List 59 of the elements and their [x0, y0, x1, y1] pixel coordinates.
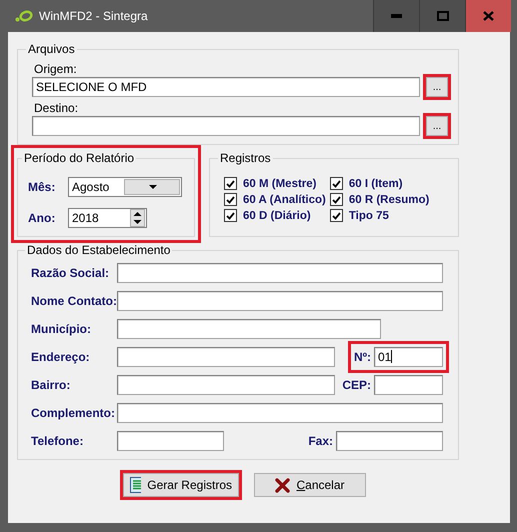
field-label: Endereço:	[31, 350, 91, 364]
field-label: Telefone:	[31, 434, 84, 448]
maximize-icon	[436, 11, 448, 21]
field-label: Mês:	[28, 180, 56, 194]
input-field[interactable]	[117, 347, 335, 367]
field-label: Município:	[31, 322, 92, 336]
close-button[interactable]	[465, 0, 511, 32]
checkbox[interactable]	[330, 209, 343, 222]
cancel-button[interactable]: Cancelar	[254, 473, 366, 497]
input-field[interactable]	[117, 291, 443, 311]
checkbox-label: Tipo 75	[348, 210, 389, 222]
field-label: Nº:	[354, 350, 371, 364]
field-label: Nome Contato:	[31, 294, 117, 308]
field-label: Origem:	[34, 62, 78, 76]
minimize-button[interactable]	[373, 0, 419, 32]
field-label: Destino:	[34, 101, 80, 115]
path-field[interactable]	[32, 116, 420, 136]
checkbox[interactable]	[224, 177, 237, 190]
field-label: Bairro:	[31, 378, 72, 392]
list-icon	[130, 477, 142, 493]
window-title: WinMFD2 - Sintegra	[39, 9, 149, 23]
input-field[interactable]	[117, 375, 335, 395]
checkbox[interactable]	[330, 193, 343, 206]
field-label: Complemento:	[31, 406, 116, 420]
field-label: Fax:	[308, 434, 333, 448]
generate-button[interactable]: Gerar Registros	[123, 473, 239, 497]
browse-button[interactable]: ...	[426, 116, 448, 136]
group-title: Registros	[219, 151, 272, 165]
checkbox[interactable]	[224, 209, 237, 222]
spin-arrows-icon[interactable]	[130, 209, 145, 227]
checkbox-label: 60 D (Diário)	[243, 210, 311, 222]
checkbox-label: 60 A (Analítico)	[243, 194, 326, 206]
input-field[interactable]	[117, 319, 381, 339]
checkbox[interactable]	[224, 193, 237, 206]
path-field[interactable]: SELECIONE O MFD	[32, 77, 420, 97]
month-dropdown[interactable]: Agosto	[68, 177, 182, 197]
browse-button[interactable]: ...	[426, 77, 448, 97]
field-label: CEP:	[342, 378, 371, 392]
field-label: Ano:	[28, 211, 56, 225]
group-title: Dados do Estabelecimento	[26, 243, 172, 257]
checkbox-label: 60 M (Mestre)	[243, 178, 316, 190]
input-field[interactable]	[117, 431, 224, 451]
input-field[interactable]: 01	[374, 347, 443, 367]
checkbox-label: 60 R (Resumo)	[348, 194, 430, 206]
input-field[interactable]	[374, 375, 443, 395]
minimize-icon	[391, 14, 402, 18]
logo-icon	[15, 10, 33, 22]
input-field[interactable]	[336, 431, 443, 451]
checkbox[interactable]	[330, 177, 343, 190]
input-field[interactable]	[117, 263, 443, 283]
cross-icon	[275, 478, 290, 492]
input-field[interactable]	[117, 403, 443, 423]
group-title: Arquivos	[27, 42, 76, 56]
checkbox-label: 60 I (Item)	[348, 178, 403, 190]
maximize-button[interactable]	[419, 0, 465, 32]
close-icon	[483, 11, 494, 21]
group-title: Período do Relatório	[23, 151, 136, 165]
year-spinner[interactable]: 2018	[68, 208, 147, 228]
field-label: Razão Social:	[31, 266, 110, 280]
